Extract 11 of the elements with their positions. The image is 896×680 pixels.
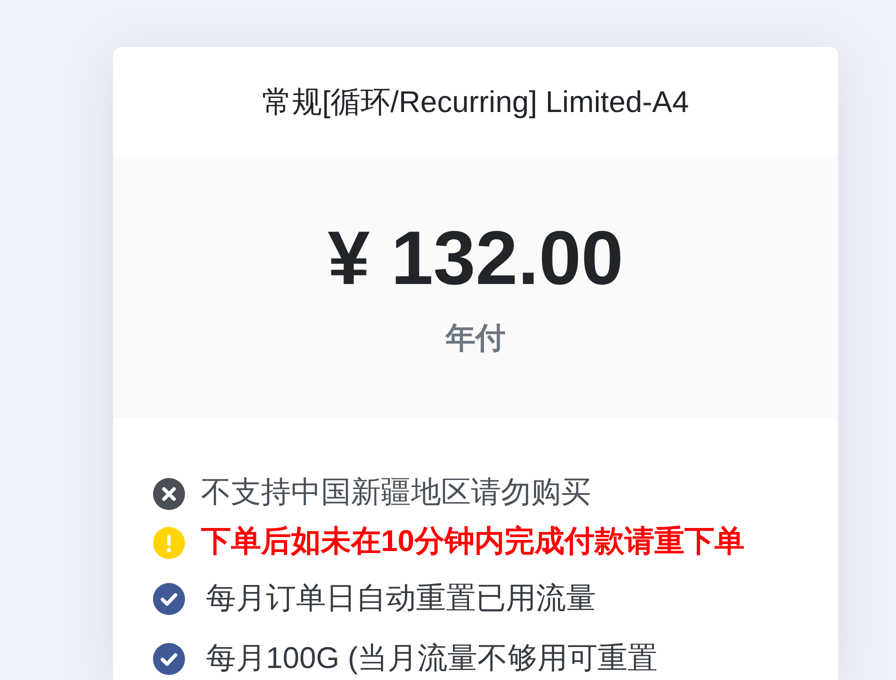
feature-text: 每月100G (当月流量不够用可重置 xyxy=(206,642,658,676)
warning-text: 下单后如未在10分钟内完成付款请重下单 xyxy=(201,525,744,560)
exclamation-icon xyxy=(153,526,185,558)
plan-title: 常规[循环/Recurring] Limited-A4 xyxy=(262,84,689,120)
x-circle-icon xyxy=(153,478,185,510)
check-icon xyxy=(153,643,185,675)
notice-text: 不支持中国新疆地区请勿购买 xyxy=(201,476,591,511)
feature-text: 每月订单日自动重置已用流量 xyxy=(206,582,596,616)
billing-period: 年付 xyxy=(446,321,506,358)
price-amount: ¥ 132.00 xyxy=(328,215,624,303)
check-icon xyxy=(153,583,185,615)
